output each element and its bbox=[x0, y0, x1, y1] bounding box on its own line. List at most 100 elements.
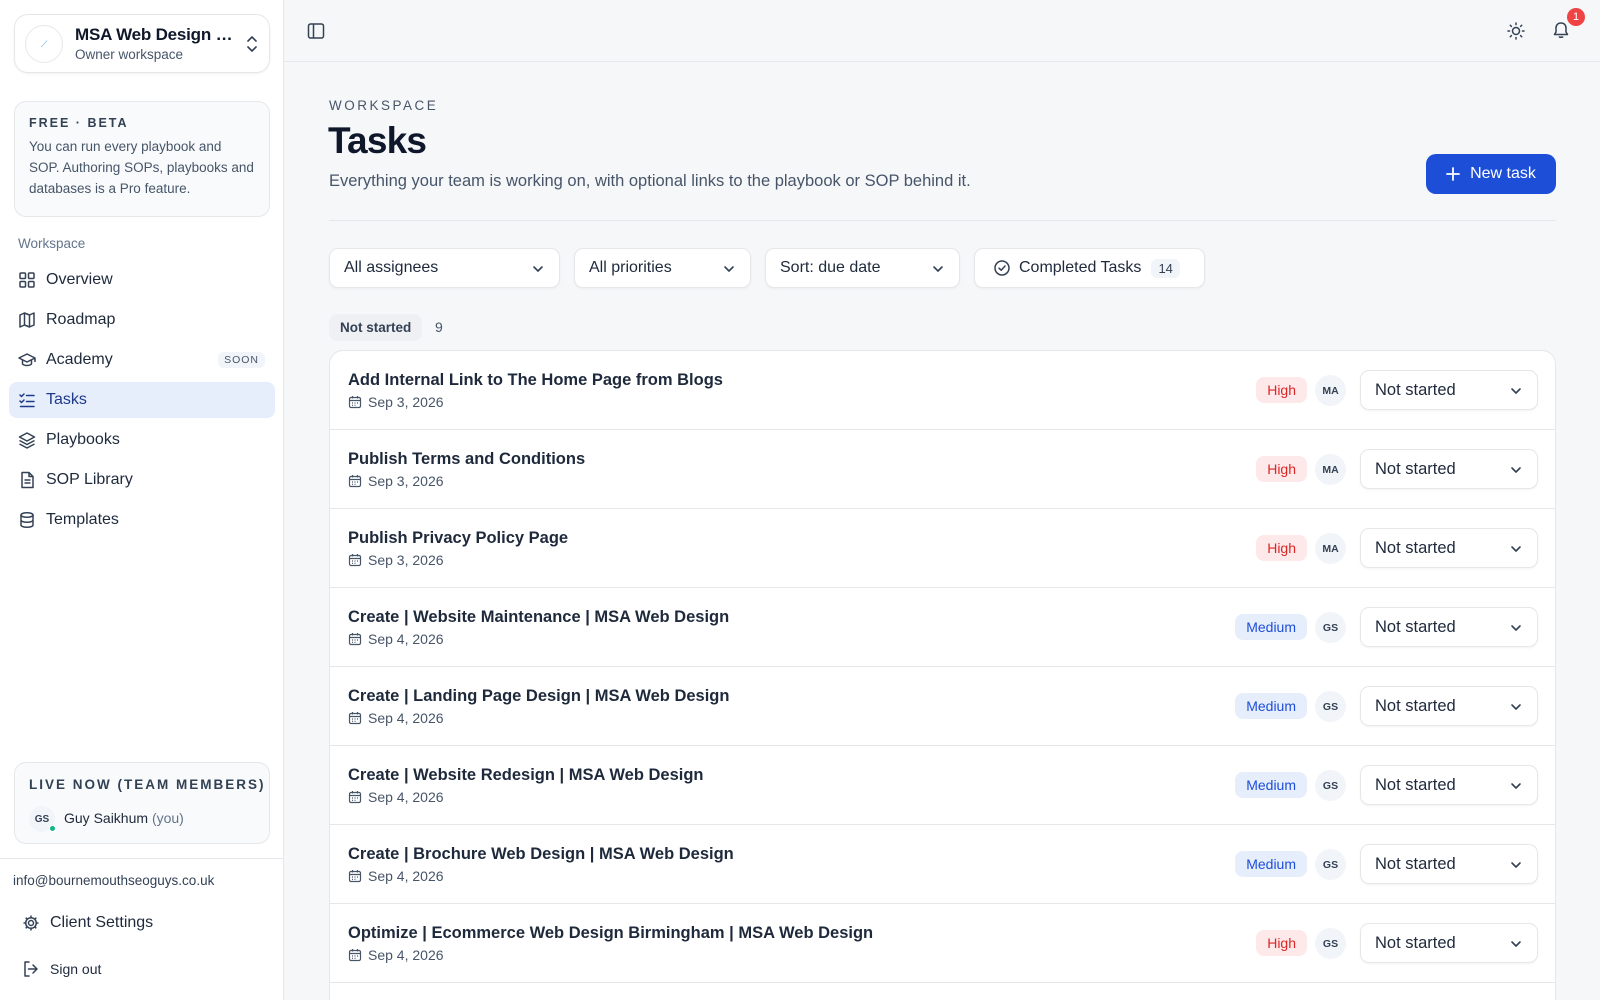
sidebar-item-label: Overview bbox=[46, 271, 113, 288]
completed-tasks-toggle[interactable]: Completed Tasks 14 bbox=[974, 248, 1205, 288]
sidebar-item-label: Tasks bbox=[46, 391, 87, 408]
calendar-icon bbox=[348, 949, 362, 962]
client-settings-link[interactable]: Client Settings bbox=[22, 914, 153, 932]
status-select[interactable]: Not started bbox=[1360, 607, 1538, 647]
calendar-icon bbox=[348, 396, 362, 409]
account-email: info@bournemouthseoguys.co.uk bbox=[13, 873, 215, 888]
soon-badge: SOON bbox=[218, 352, 265, 368]
chevron-down-icon bbox=[724, 266, 734, 272]
graduation-cap-icon bbox=[18, 353, 36, 367]
sign-out-link[interactable]: Sign out bbox=[22, 960, 101, 978]
sidebar-item-roadmap[interactable]: Roadmap bbox=[9, 302, 275, 338]
completed-count: 14 bbox=[1151, 258, 1180, 278]
status-select[interactable]: Not started bbox=[1360, 686, 1538, 726]
list-checks-icon bbox=[19, 393, 35, 408]
task-row[interactable]: Publish Privacy Policy Page Sep 3, 2026 … bbox=[330, 509, 1555, 588]
sidebar-item-tasks[interactable]: Tasks bbox=[9, 382, 275, 418]
status-select[interactable]: Not started bbox=[1360, 923, 1538, 963]
sort-select[interactable]: Sort: due date bbox=[765, 248, 960, 288]
page-title: Tasks bbox=[328, 120, 427, 161]
bell-icon[interactable] bbox=[1551, 20, 1571, 40]
task-title[interactable]: Add Internal Link to The Home Page from … bbox=[348, 371, 723, 390]
page-subtitle: Everything your team is working on, with… bbox=[329, 172, 971, 190]
assignee-avatar: MA bbox=[1315, 533, 1346, 564]
chevron-down-icon bbox=[1511, 862, 1521, 868]
task-row[interactable]: Optimize | Ecommerce Web Design Birmingh… bbox=[330, 904, 1555, 983]
sun-icon[interactable] bbox=[1506, 21, 1526, 41]
workspace-switcher[interactable]: ⟋ MSA Web Design B... Owner workspace bbox=[14, 14, 270, 73]
live-members-card: LIVE NOW (TEAM MEMBERS) GS Guy Saikhum (… bbox=[14, 762, 270, 844]
task-title[interactable]: Create | Website Maintenance | MSA Web D… bbox=[348, 608, 729, 627]
task-row[interactable]: Add Internal Link to The Home Page from … bbox=[330, 351, 1555, 430]
beta-title: FREE · BETA bbox=[29, 116, 129, 130]
log-out-icon bbox=[24, 961, 38, 977]
task-title[interactable]: Publish Privacy Policy Page bbox=[348, 529, 568, 548]
task-due-date: Sep 3, 2026 bbox=[348, 394, 444, 410]
sidebar-item-sop-library[interactable]: SOP Library bbox=[9, 462, 275, 498]
sidebar-item-playbooks[interactable]: Playbooks bbox=[9, 422, 275, 458]
priority-badge: Medium bbox=[1235, 851, 1307, 877]
plus-icon bbox=[1446, 167, 1460, 181]
sidebar-item-academy[interactable]: Academy SOON bbox=[9, 342, 275, 378]
new-task-button[interactable]: New task bbox=[1426, 154, 1556, 194]
chevron-down-icon bbox=[1511, 704, 1521, 710]
task-title[interactable]: Create | Website Redesign | MSA Web Desi… bbox=[348, 766, 704, 785]
sidebar-toggle-icon[interactable] bbox=[307, 22, 325, 40]
divider bbox=[329, 220, 1556, 221]
gear-icon bbox=[23, 915, 39, 931]
nav-section-label: Workspace bbox=[18, 236, 86, 251]
sidebar-item-label: Roadmap bbox=[46, 311, 116, 328]
priority-badge: High bbox=[1256, 377, 1307, 403]
priority-badge: High bbox=[1256, 456, 1307, 482]
calendar-icon bbox=[348, 870, 362, 883]
workspace-logo: ⟋ bbox=[25, 25, 63, 63]
priority-badge: High bbox=[1256, 930, 1307, 956]
priority-badge: Medium bbox=[1235, 772, 1307, 798]
status-select[interactable]: Not started bbox=[1360, 370, 1538, 410]
status-select[interactable]: Not started bbox=[1360, 765, 1538, 805]
status-select[interactable]: Not started bbox=[1360, 449, 1538, 489]
task-due-date: Sep 4, 2026 bbox=[348, 947, 444, 963]
status-group-label: Not started bbox=[329, 314, 423, 341]
calendar-icon bbox=[348, 712, 362, 725]
assignee-avatar: GS bbox=[1315, 849, 1346, 880]
sidebar-item-label: Templates bbox=[46, 511, 119, 528]
calendar-icon bbox=[348, 554, 362, 567]
calendar-icon bbox=[348, 633, 362, 646]
chevron-down-icon bbox=[1511, 783, 1521, 789]
sidebar-nav: Overview Roadmap Academy SOON Tasks Play… bbox=[9, 262, 275, 542]
task-row[interactable]: Publish Terms and Conditions Sep 3, 2026… bbox=[330, 430, 1555, 509]
task-row[interactable]: Create | Website Maintenance | MSA Web D… bbox=[330, 588, 1555, 667]
task-due-date: Sep 4, 2026 bbox=[348, 710, 444, 726]
task-title[interactable]: Publish Terms and Conditions bbox=[348, 450, 585, 469]
workspace-name: MSA Web Design B... bbox=[75, 25, 235, 44]
sidebar-item-label: SOP Library bbox=[46, 471, 133, 488]
task-row[interactable]: Create | Website Redesign | MSA Web Desi… bbox=[330, 746, 1555, 825]
sidebar-item-overview[interactable]: Overview bbox=[9, 262, 275, 298]
status-select[interactable]: Not started bbox=[1360, 844, 1538, 884]
task-due-date: Sep 4, 2026 bbox=[348, 789, 444, 805]
page-eyebrow: WORKSPACE bbox=[329, 98, 439, 113]
assignee-avatar: MA bbox=[1315, 375, 1346, 406]
task-title[interactable]: Create | Brochure Web Design | MSA Web D… bbox=[348, 845, 734, 864]
priority-badge: Medium bbox=[1235, 693, 1307, 719]
check-circle-icon bbox=[994, 260, 1010, 276]
online-indicator bbox=[49, 825, 56, 832]
task-due-date: Sep 4, 2026 bbox=[348, 631, 444, 647]
assignee-filter[interactable]: All assignees bbox=[329, 248, 560, 288]
sidebar-item-label: Playbooks bbox=[46, 431, 120, 448]
beta-text: You can run every playbook and SOP. Auth… bbox=[29, 139, 254, 196]
chevron-down-icon bbox=[1511, 467, 1521, 473]
assignee-avatar: GS bbox=[1315, 928, 1346, 959]
file-text-icon bbox=[21, 471, 34, 489]
sidebar-item-templates[interactable]: Templates bbox=[9, 502, 275, 538]
task-row[interactable]: Create | Brochure Web Design | MSA Web D… bbox=[330, 825, 1555, 904]
task-title[interactable]: Create | Landing Page Design | MSA Web D… bbox=[348, 687, 729, 706]
status-select[interactable]: Not started bbox=[1360, 528, 1538, 568]
chevron-down-icon bbox=[1511, 388, 1521, 394]
priority-filter[interactable]: All priorities bbox=[574, 248, 751, 288]
task-title[interactable]: Optimize | Ecommerce Web Design Birmingh… bbox=[348, 924, 873, 943]
task-row[interactable]: Create | Landing Page Design | MSA Web D… bbox=[330, 667, 1555, 746]
task-list: Add Internal Link to The Home Page from … bbox=[329, 350, 1556, 1000]
sidebar-item-label: Academy bbox=[46, 351, 113, 368]
